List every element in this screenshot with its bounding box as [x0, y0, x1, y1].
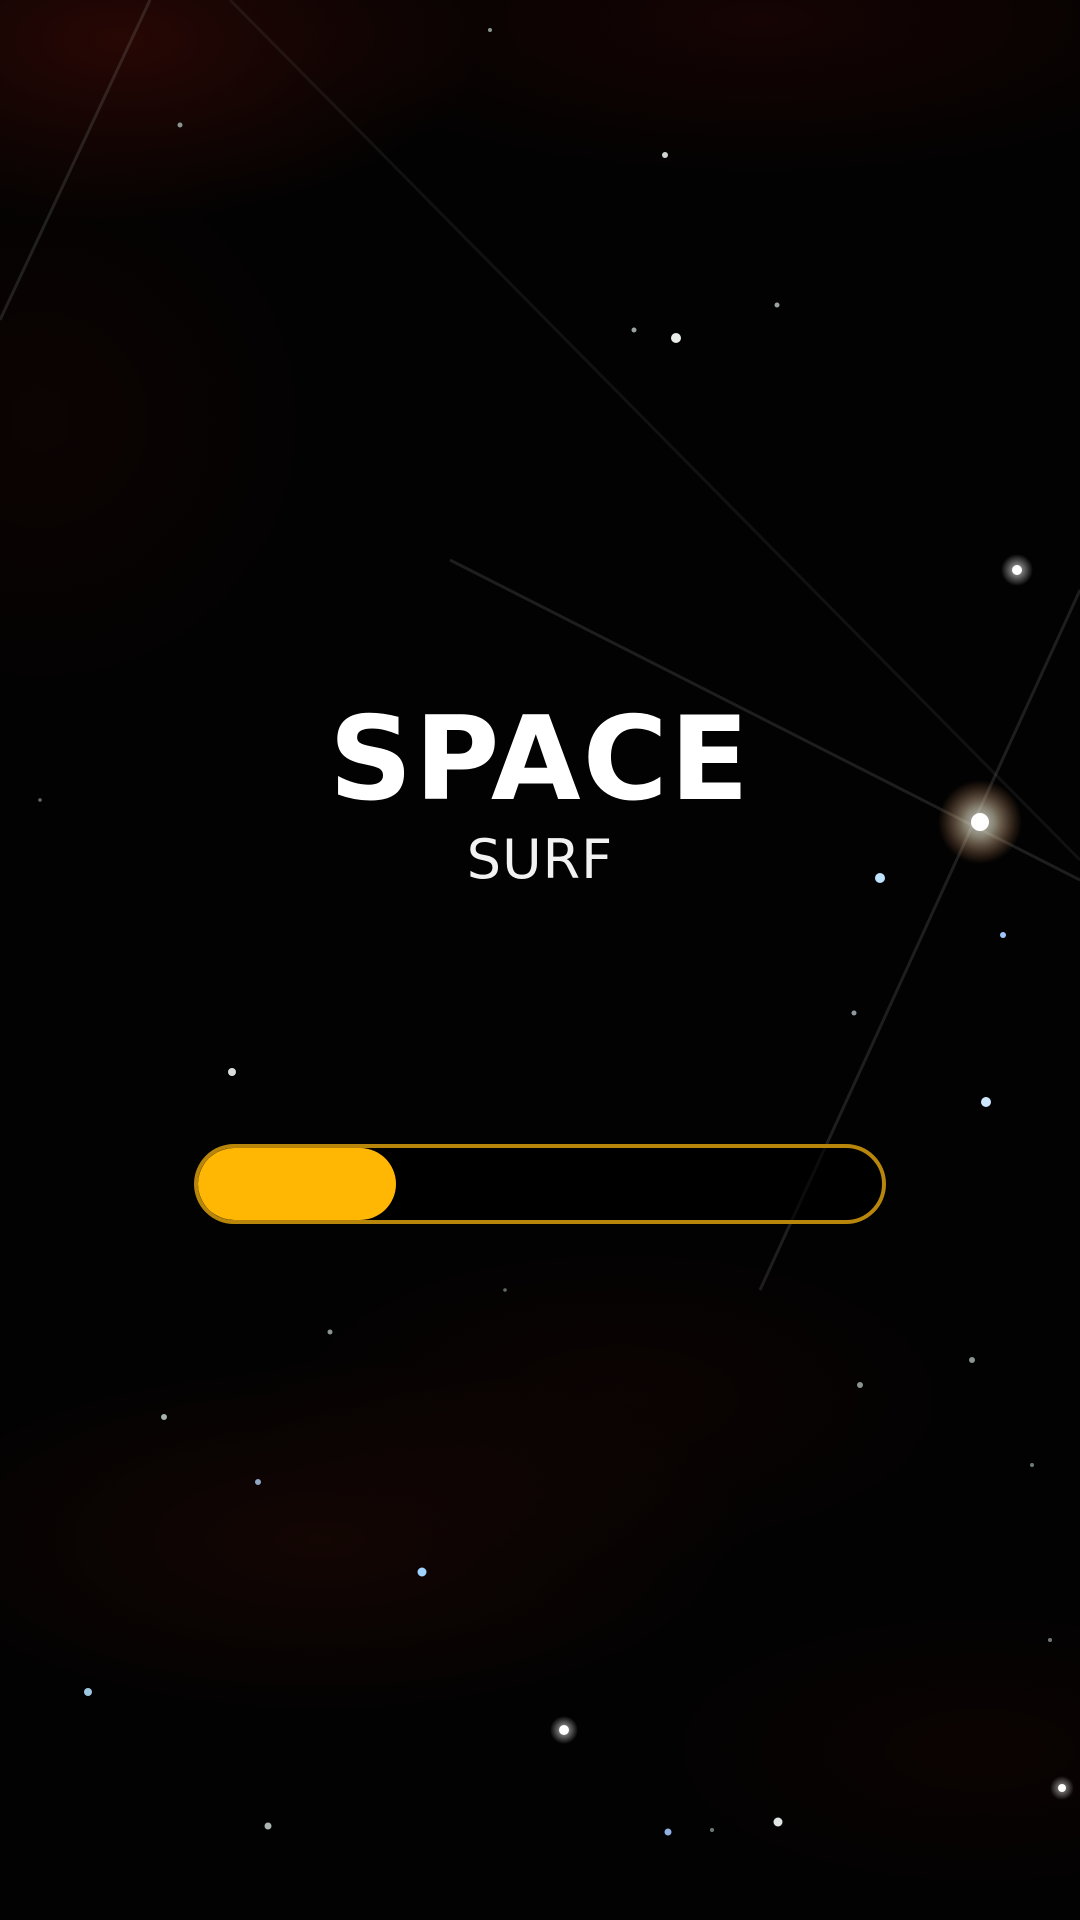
game-logo: SPACE SURF	[0, 700, 1080, 892]
splash-screen: SPACE SURF	[0, 0, 1080, 1920]
loading-progress-bar	[194, 1144, 886, 1224]
game-subtitle: SURF	[466, 828, 614, 891]
starfield-background	[0, 0, 1080, 1836]
loading-progress-fill	[198, 1148, 397, 1220]
game-title: SPACE	[328, 692, 752, 827]
